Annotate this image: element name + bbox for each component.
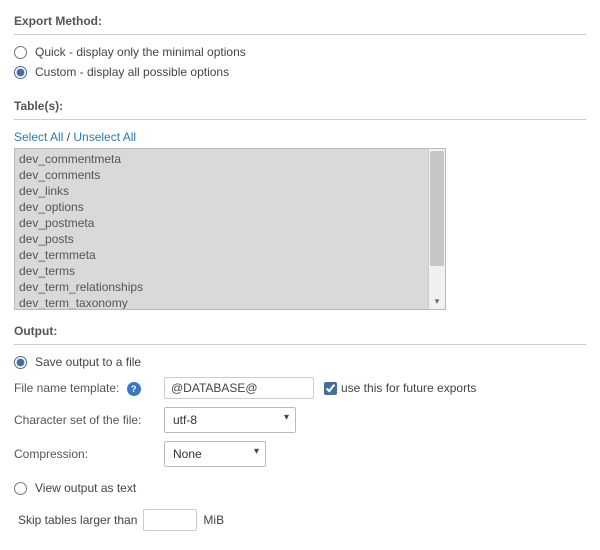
compression-value: None (173, 447, 202, 461)
charset-row: Character set of the file: utf-8 (14, 407, 586, 433)
skip-tables-suffix: MiB (203, 513, 224, 527)
tables-list-items[interactable]: dev_commentmetadev_commentsdev_linksdev_… (15, 149, 429, 309)
select-links: Select All / Unselect All (14, 130, 586, 144)
list-item[interactable]: dev_terms (19, 263, 425, 279)
radio-quick-row[interactable]: Quick - display only the minimal options (14, 45, 586, 59)
filename-template-label-text: File name template: (14, 381, 119, 395)
list-item[interactable]: dev_posts (19, 231, 425, 247)
compression-select[interactable]: None (164, 441, 266, 467)
list-item[interactable]: dev_options (19, 199, 425, 215)
filename-template-row: File name template: ? use this for futur… (14, 377, 586, 399)
list-item[interactable]: dev_term_taxonomy (19, 295, 425, 309)
list-item[interactable]: dev_commentmeta (19, 151, 425, 167)
list-item[interactable]: dev_links (19, 183, 425, 199)
divider (14, 344, 586, 345)
radio-view-text-row[interactable]: View output as text (14, 481, 586, 495)
tables-title: Table(s): (14, 99, 586, 113)
list-item[interactable]: dev_termmeta (19, 247, 425, 263)
export-panel: Export Method: Quick - display only the … (0, 0, 600, 541)
radio-save-file[interactable] (14, 356, 27, 369)
charset-value: utf-8 (173, 413, 197, 427)
radio-custom[interactable] (14, 66, 27, 79)
radio-quick[interactable] (14, 46, 27, 59)
radio-view-text[interactable] (14, 482, 27, 495)
list-item[interactable]: dev_comments (19, 167, 425, 183)
filename-template-input[interactable] (164, 377, 314, 399)
select-all-link[interactable]: Select All (14, 130, 63, 144)
charset-label: Character set of the file: (14, 413, 164, 427)
scroll-down-icon[interactable]: ▾ (429, 293, 445, 309)
export-method-title: Export Method: (14, 14, 586, 28)
skip-tables-row: Skip tables larger than MiB (18, 509, 586, 531)
tables-listbox[interactable]: dev_commentmetadev_commentsdev_linksdev_… (14, 148, 446, 310)
radio-custom-label: Custom - display all possible options (35, 65, 229, 79)
future-exports-label: use this for future exports (341, 381, 476, 395)
select-separator: / (63, 130, 73, 144)
future-exports-checkbox[interactable] (324, 382, 337, 395)
filename-template-label: File name template: ? (14, 381, 164, 396)
radio-quick-label: Quick - display only the minimal options (35, 45, 246, 59)
scrollbar-thumb[interactable] (430, 151, 444, 266)
radio-view-text-label: View output as text (35, 481, 136, 495)
skip-tables-prefix: Skip tables larger than (18, 513, 137, 527)
divider (14, 34, 586, 35)
divider (14, 119, 586, 120)
help-icon[interactable]: ? (127, 382, 141, 396)
scrollbar[interactable]: ▾ (428, 149, 445, 309)
skip-tables-input[interactable] (143, 509, 197, 531)
radio-custom-row[interactable]: Custom - display all possible options (14, 65, 586, 79)
list-item[interactable]: dev_term_relationships (19, 279, 425, 295)
radio-save-file-row[interactable]: Save output to a file (14, 355, 586, 369)
radio-save-file-label: Save output to a file (35, 355, 141, 369)
compression-row: Compression: None (14, 441, 586, 467)
unselect-all-link[interactable]: Unselect All (73, 130, 136, 144)
compression-label: Compression: (14, 447, 164, 461)
output-title: Output: (14, 324, 586, 338)
charset-select[interactable]: utf-8 (164, 407, 296, 433)
list-item[interactable]: dev_postmeta (19, 215, 425, 231)
